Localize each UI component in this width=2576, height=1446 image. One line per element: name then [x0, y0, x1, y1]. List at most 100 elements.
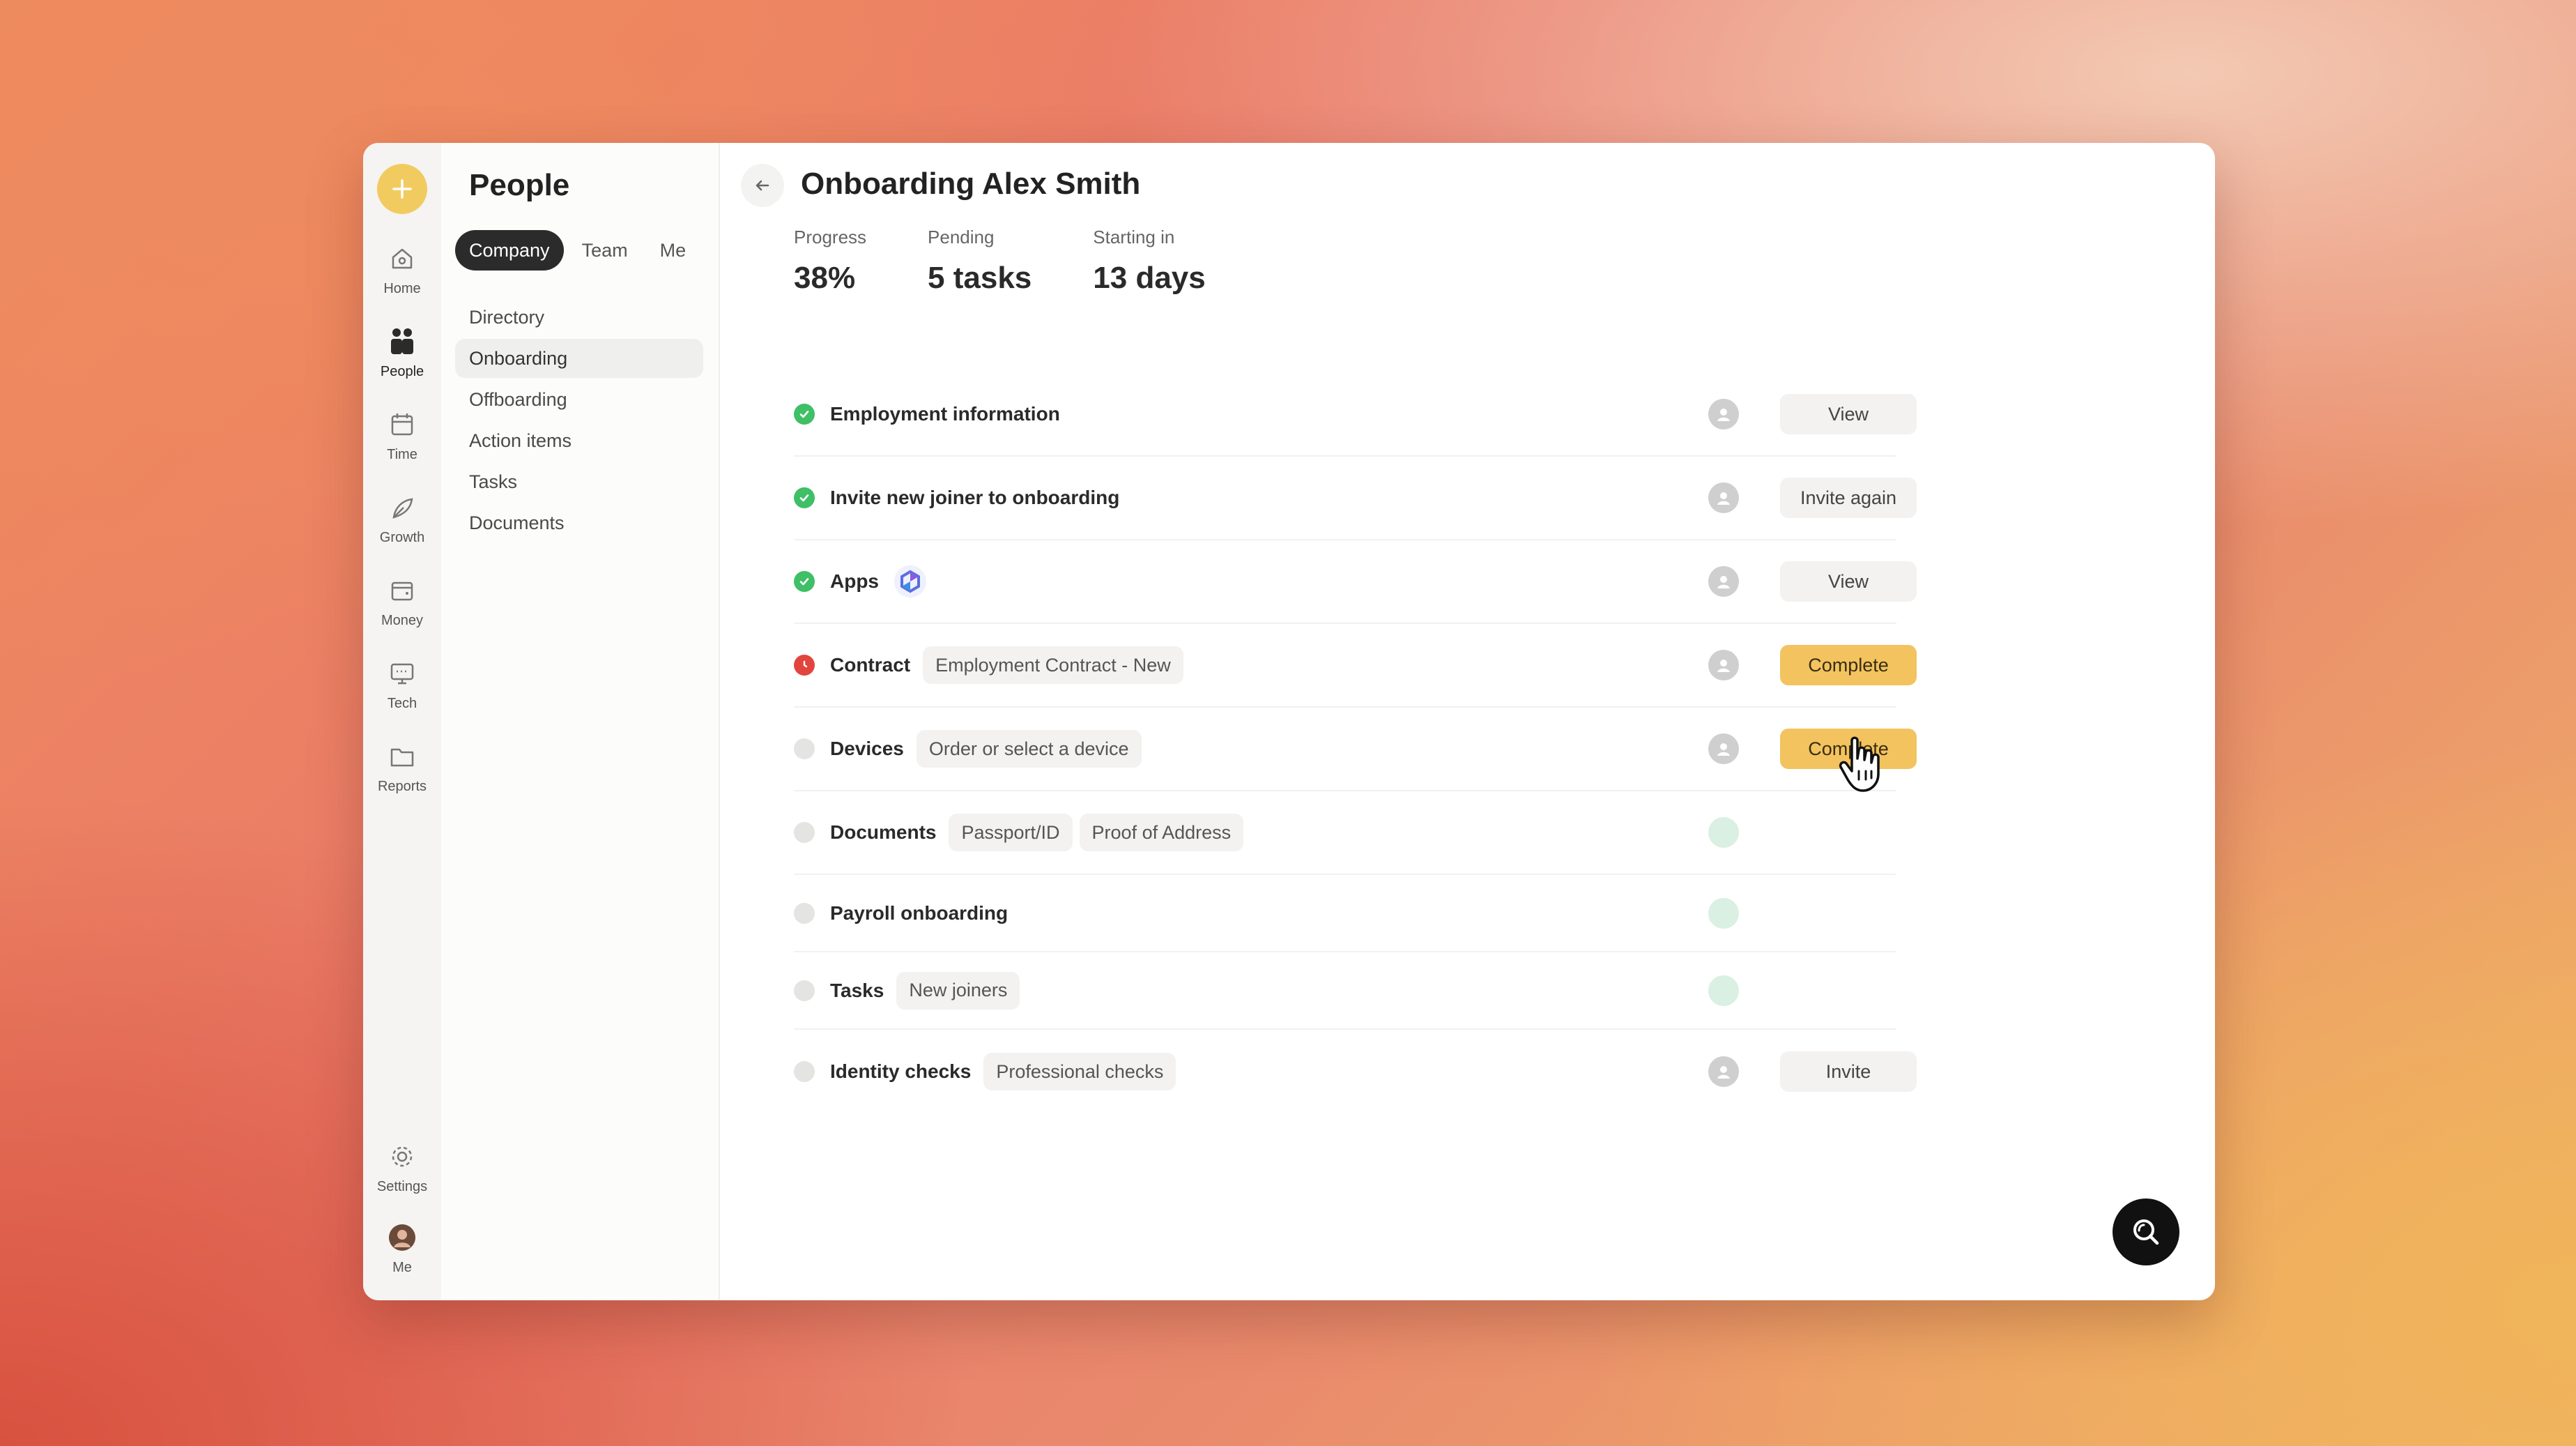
task-label: Documents	[830, 821, 937, 843]
search-icon	[2133, 1219, 2159, 1245]
home-icon	[392, 248, 413, 269]
main-content: Onboarding Alex Smith Progress 38% Pendi…	[720, 143, 2215, 1300]
search-fab[interactable]	[2113, 1198, 2179, 1265]
segment-me[interactable]: Me	[646, 230, 700, 271]
create-button[interactable]	[377, 164, 427, 214]
task-label: Apps	[830, 570, 879, 592]
rail-item-me[interactable]: Me	[363, 1221, 441, 1276]
task-row[interactable]: Tasks New joiners	[794, 952, 1896, 1030]
task-label: Payroll onboarding	[830, 901, 1009, 924]
check-icon	[794, 404, 815, 425]
rail-label: Reports	[377, 779, 427, 794]
invite-again-button[interactable]: Invite again	[1780, 478, 1917, 518]
rail-item-people[interactable]: People	[363, 325, 441, 380]
stat-label: Progress	[794, 227, 867, 248]
rail-item-time[interactable]: Time	[363, 408, 441, 463]
stat-label: Pending	[928, 227, 995, 248]
subnav-item-onboarding[interactable]: Onboarding	[455, 339, 703, 378]
arrow-left-icon	[756, 180, 769, 191]
rail-item-growth[interactable]: Growth	[363, 491, 441, 546]
task-row[interactable]: Apps View	[794, 540, 1917, 624]
task-label: Contract	[830, 654, 911, 676]
onboarding-stats: Progress 38% Pending 5 tasks Starting in…	[794, 227, 1267, 296]
people-subnav: People Company Team Me Directory Onboard…	[441, 143, 720, 1300]
avatar	[389, 1224, 415, 1251]
pending-status-icon	[794, 738, 815, 759]
pending-status-icon	[794, 902, 815, 924]
subnav-item-documents[interactable]: Documents	[455, 503, 703, 542]
stat-pending: Pending 5 tasks	[928, 227, 1032, 296]
task-tag[interactable]: Passport/ID	[949, 814, 1073, 851]
people-icon	[391, 328, 413, 354]
rail-label: Tech	[387, 696, 417, 711]
view-button[interactable]: View	[1780, 394, 1917, 434]
rail-label: Me	[392, 1260, 412, 1275]
segment-team[interactable]: Team	[568, 230, 642, 271]
wallet-icon	[391, 581, 413, 601]
plus-icon	[392, 179, 412, 199]
rail-item-reports[interactable]: Reports	[363, 740, 441, 795]
assignee-avatar-icon[interactable]	[1708, 650, 1739, 680]
rail-label: Settings	[376, 1179, 428, 1194]
invite-button[interactable]: Invite	[1780, 1051, 1917, 1092]
subnav-item-offboarding[interactable]: Offboarding	[455, 380, 703, 419]
task-label: Employment information	[830, 403, 1060, 425]
app-logo-icon	[894, 565, 926, 598]
pending-status-icon	[794, 822, 815, 843]
assignee-avatar-icon[interactable]	[1708, 1056, 1739, 1087]
rail-label: Money	[381, 613, 424, 628]
rail-label: People	[380, 364, 424, 379]
task-label: Identity checks	[830, 1060, 972, 1082]
subnav-list: Directory Onboarding Offboarding Action …	[455, 298, 703, 545]
folder-icon	[390, 748, 414, 767]
gear-icon	[392, 1146, 413, 1167]
task-row[interactable]: Devices Order or select a device Complet…	[794, 708, 1917, 791]
rail-item-tech[interactable]: Tech	[363, 657, 441, 712]
segment-company[interactable]: Company	[455, 230, 564, 271]
rail-item-settings[interactable]: Settings	[363, 1140, 441, 1195]
subnav-item-tasks[interactable]: Tasks	[455, 462, 703, 501]
page-title: Onboarding Alex Smith	[801, 167, 1141, 201]
pending-status-icon	[794, 980, 815, 1001]
app-window: Home People Time Growth Money Tech Repor…	[363, 143, 2215, 1300]
view-button[interactable]: View	[1780, 561, 1917, 602]
rail-item-home[interactable]: Home	[363, 242, 441, 297]
subnav-item-action-items[interactable]: Action items	[455, 421, 703, 460]
task-tag[interactable]: Employment Contract - New	[923, 646, 1183, 684]
rail-label: Time	[387, 447, 417, 462]
hand-cursor-icon	[1839, 736, 1880, 792]
back-button[interactable]	[741, 164, 784, 207]
assignee-avatar-icon[interactable]	[1708, 733, 1739, 764]
task-list: Employment information View Invite new j…	[794, 373, 1917, 1113]
assignee-placeholder-icon	[1708, 975, 1739, 1006]
task-row[interactable]: Employment information View	[794, 373, 1917, 457]
monitor-icon	[390, 663, 414, 685]
task-label: Devices	[830, 738, 904, 759]
assignee-placeholder-icon	[1708, 817, 1739, 848]
task-tag[interactable]: Professional checks	[983, 1053, 1176, 1090]
assignee-avatar-icon[interactable]	[1708, 566, 1739, 597]
stat-label: Starting in	[1093, 227, 1175, 248]
rail-label: Home	[383, 281, 421, 296]
task-row[interactable]: Contract Employment Contract - New Compl…	[794, 624, 1917, 708]
check-icon	[794, 571, 815, 592]
task-label: Invite new joiner to onboarding	[830, 487, 1120, 508]
task-row[interactable]: Identity checks Professional checks Invi…	[794, 1030, 1917, 1113]
clock-icon	[794, 655, 815, 676]
stat-progress: Progress 38%	[794, 227, 866, 296]
stat-value: 38%	[794, 261, 856, 295]
task-row[interactable]: Invite new joiner to onboarding Invite a…	[794, 457, 1917, 540]
stat-value: 13 days	[1093, 261, 1206, 295]
assignee-avatar-icon[interactable]	[1708, 482, 1739, 513]
pending-status-icon	[794, 1061, 815, 1082]
leaf-icon	[392, 498, 413, 519]
task-tag[interactable]: New joiners	[896, 971, 1020, 1010]
complete-button[interactable]: Complete	[1780, 645, 1917, 685]
task-tag[interactable]: Order or select a device	[916, 730, 1142, 768]
subnav-item-directory[interactable]: Directory	[455, 298, 703, 337]
rail-item-money[interactable]: Money	[363, 574, 441, 629]
task-tag[interactable]: Proof of Address	[1079, 814, 1244, 851]
assignee-avatar-icon[interactable]	[1708, 399, 1739, 429]
task-row[interactable]: Payroll onboarding	[794, 875, 1896, 952]
task-row[interactable]: Documents Passport/ID Proof of Address	[794, 791, 1896, 875]
